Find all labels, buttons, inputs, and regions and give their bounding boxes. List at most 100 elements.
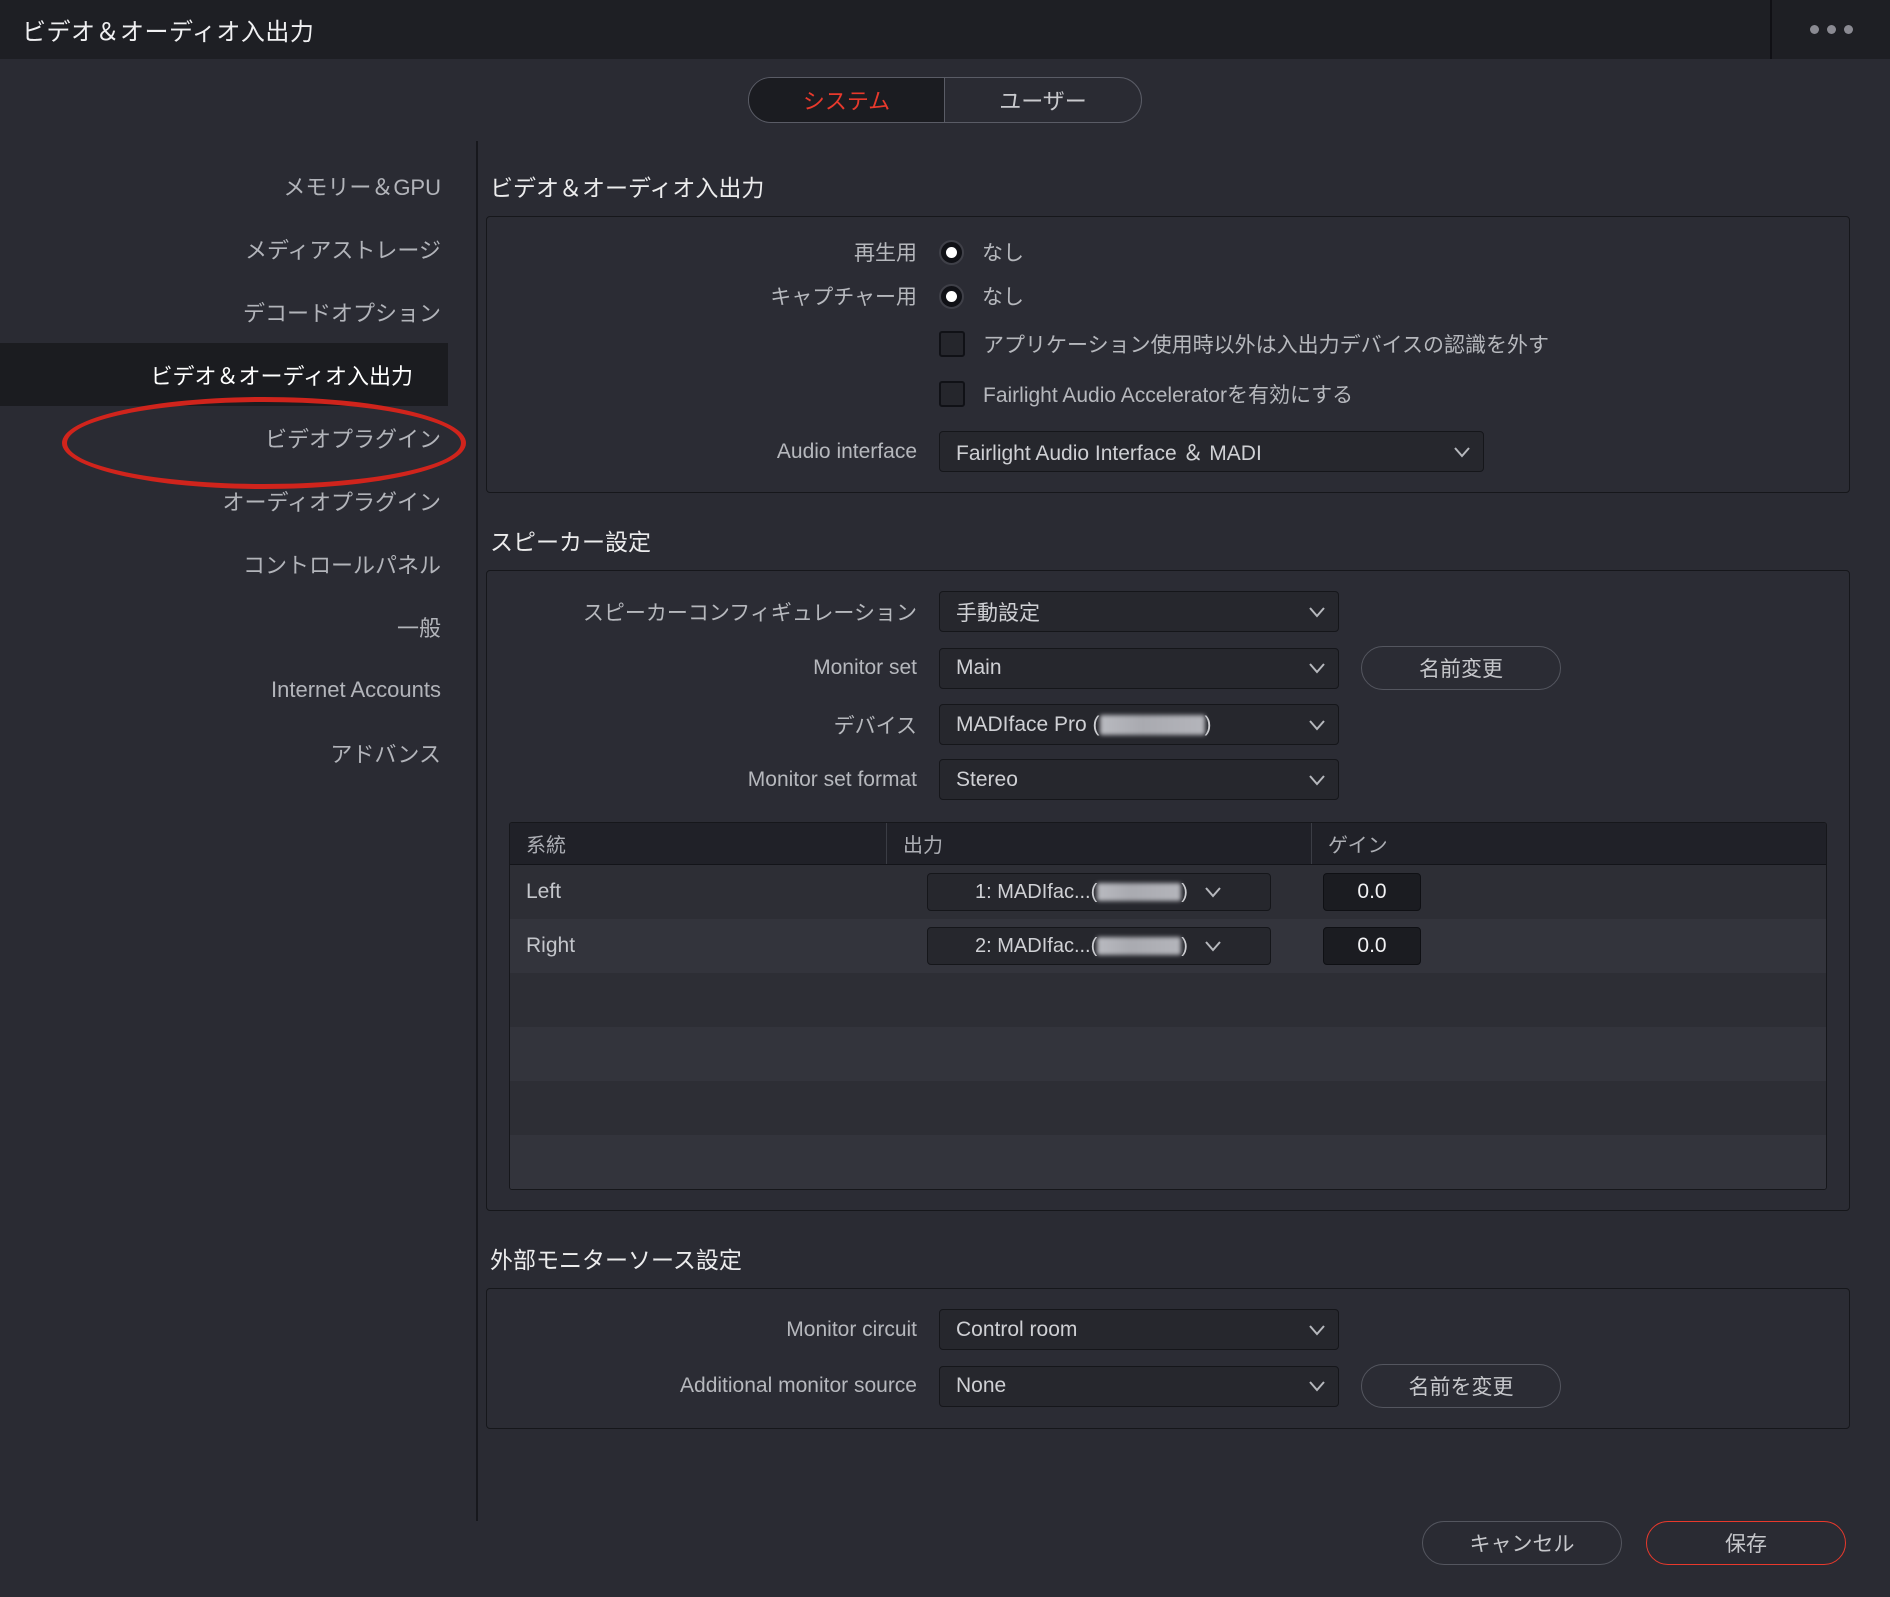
chevron-down-icon	[1308, 662, 1326, 674]
monitor-set-format-row: Monitor set format Stereo	[487, 759, 1849, 800]
sidebar-item-advanced[interactable]: アドバンス	[0, 721, 476, 784]
additional-monitor-source-value: None	[956, 1374, 1292, 1398]
tab-user[interactable]: ユーザー	[945, 78, 1141, 122]
save-button[interactable]: 保存	[1646, 1521, 1846, 1565]
settings-window: ビデオ＆オーディオ入出力 システム ユーザー メモリー＆GPU メディアストレー…	[0, 0, 1890, 1597]
monitor-set-value: Main	[956, 656, 1292, 680]
table-row-empty	[510, 1027, 1826, 1081]
window-body: メモリー＆GPU メディアストレージ デコードオプション ビデオ＆オーディオ入出…	[0, 141, 1890, 1521]
release-devices-label: アプリケーション使用時以外は入出力デバイスの認識を外す	[983, 329, 1549, 359]
playback-value: なし	[982, 237, 1024, 267]
audio-interface-row: Audio interface Fairlight Audio Interfac…	[487, 431, 1849, 472]
sidebar-item-decode-options[interactable]: デコードオプション	[0, 280, 476, 343]
fairlight-accelerator-row: Fairlight Audio Acceleratorを有効にする	[487, 379, 1849, 409]
tab-bar: システム ユーザー	[0, 59, 1890, 141]
speaker-section-title: スピーカー設定	[490, 523, 1850, 557]
ellipsis-icon	[1810, 25, 1853, 34]
sidebar-item-control-panel[interactable]: コントロールパネル	[0, 532, 476, 595]
monitor-set-row: Monitor set Main 名前変更	[487, 646, 1849, 690]
speaker-config-value: 手動設定	[956, 597, 1292, 627]
table-header-row: 系統 出力 ゲイン	[510, 823, 1826, 865]
capture-label: キャプチャー用	[487, 281, 939, 311]
external-monitor-panel: Monitor circuit Control room Additional …	[486, 1288, 1850, 1429]
redacted-serial	[1097, 883, 1181, 901]
window-title: ビデオ＆オーディオ入出力	[22, 12, 314, 47]
row-gain-cell: 0.0	[1311, 865, 1826, 919]
table-row-empty	[510, 1135, 1826, 1189]
audio-interface-value: Fairlight Audio Interface ＆ MADI	[956, 437, 1437, 467]
sidebar-item-memory-gpu[interactable]: メモリー＆GPU	[0, 154, 476, 217]
sidebar-item-video-plugins[interactable]: ビデオプラグイン	[0, 406, 476, 469]
device-value: MADIface Pro ()	[956, 713, 1292, 737]
window-titlebar: ビデオ＆オーディオ入出力	[0, 0, 1890, 59]
monitor-set-format-value: Stereo	[956, 768, 1292, 792]
additional-monitor-source-label: Additional monitor source	[487, 1374, 939, 1398]
tab-system[interactable]: システム	[749, 78, 945, 122]
chevron-down-icon	[1204, 886, 1222, 898]
sidebar-item-media-storage[interactable]: メディアストレージ	[0, 217, 476, 280]
row-output-cell: 1: MADIfac...()	[886, 865, 1311, 919]
chevron-down-icon	[1308, 606, 1326, 618]
row-output-select[interactable]: 1: MADIfac...()	[927, 873, 1271, 911]
table-row-empty	[510, 973, 1826, 1027]
row-gain-input[interactable]: 0.0	[1323, 927, 1421, 965]
rename-monitor-set-button[interactable]: 名前変更	[1361, 646, 1561, 690]
sidebar-item-general[interactable]: 一般	[0, 595, 476, 658]
rename-monitor-source-button[interactable]: 名前を変更	[1361, 1364, 1561, 1408]
monitor-circuit-row: Monitor circuit Control room	[487, 1309, 1849, 1350]
monitor-set-label: Monitor set	[487, 656, 939, 680]
sidebar-item-video-audio-io[interactable]: ビデオ＆オーディオ入出力	[0, 343, 448, 406]
sidebar-item-audio-plugins[interactable]: オーディオプラグイン	[0, 469, 476, 532]
playback-label: 再生用	[487, 237, 939, 267]
capture-radio[interactable]	[939, 284, 964, 309]
external-monitor-section-title: 外部モニターソース設定	[490, 1241, 1850, 1275]
table-row[interactable]: Left 1: MADIfac...() 0.0	[510, 865, 1826, 919]
additional-monitor-source-select[interactable]: None	[939, 1366, 1339, 1407]
device-select[interactable]: MADIface Pro ()	[939, 704, 1339, 745]
audio-interface-select[interactable]: Fairlight Audio Interface ＆ MADI	[939, 431, 1484, 472]
device-row: デバイス MADIface Pro ()	[487, 704, 1849, 745]
monitor-set-format-select[interactable]: Stereo	[939, 759, 1339, 800]
settings-sidebar: メモリー＆GPU メディアストレージ デコードオプション ビデオ＆オーディオ入出…	[0, 141, 478, 1521]
speaker-config-select[interactable]: 手動設定	[939, 591, 1339, 632]
tab-group: システム ユーザー	[748, 77, 1142, 123]
release-devices-checkbox[interactable]	[939, 331, 965, 357]
row-output-select[interactable]: 2: MADIfac...()	[927, 927, 1271, 965]
sidebar-item-internet-accounts[interactable]: Internet Accounts	[0, 658, 476, 721]
redacted-serial	[1097, 937, 1181, 955]
playback-row: 再生用 なし	[487, 237, 1849, 267]
io-section-title: ビデオ＆オーディオ入出力	[490, 169, 1850, 203]
capture-value: なし	[982, 281, 1024, 311]
speaker-routing-table: 系統 出力 ゲイン Left 1: MADIfac...()	[509, 822, 1827, 1190]
row-gain-cell: 0.0	[1311, 919, 1826, 973]
speaker-config-label: スピーカーコンフィギュレーション	[487, 597, 939, 627]
speaker-panel: スピーカーコンフィギュレーション 手動設定 Monitor set	[486, 570, 1850, 1211]
table-header-output: 出力	[886, 823, 1311, 864]
table-row[interactable]: Right 2: MADIfac...() 0.0	[510, 919, 1826, 973]
chevron-down-icon	[1308, 1380, 1326, 1392]
cancel-button[interactable]: キャンセル	[1422, 1521, 1622, 1565]
chevron-down-icon	[1308, 774, 1326, 786]
additional-monitor-source-row: Additional monitor source None 名前を変更	[487, 1364, 1849, 1408]
monitor-set-format-label: Monitor set format	[487, 768, 939, 792]
row-system-label: Right	[510, 919, 886, 973]
monitor-circuit-value: Control room	[956, 1318, 1292, 1342]
io-panel: 再生用 なし キャプチャー用 なし	[486, 216, 1850, 493]
device-label: デバイス	[487, 710, 939, 740]
redacted-serial	[1100, 715, 1205, 735]
monitor-circuit-label: Monitor circuit	[487, 1318, 939, 1342]
fairlight-accelerator-label: Fairlight Audio Acceleratorを有効にする	[983, 379, 1353, 409]
chevron-down-icon	[1204, 940, 1222, 952]
chevron-down-icon	[1308, 1324, 1326, 1336]
overflow-menu-button[interactable]	[1770, 0, 1890, 59]
row-gain-input[interactable]: 0.0	[1323, 873, 1421, 911]
playback-radio[interactable]	[939, 240, 964, 265]
row-output-cell: 2: MADIfac...()	[886, 919, 1311, 973]
monitor-set-select[interactable]: Main	[939, 648, 1339, 689]
capture-row: キャプチャー用 なし	[487, 281, 1849, 311]
monitor-circuit-select[interactable]: Control room	[939, 1309, 1339, 1350]
table-header-system: 系統	[510, 823, 886, 864]
speaker-config-row: スピーカーコンフィギュレーション 手動設定	[487, 591, 1849, 632]
fairlight-accelerator-checkbox[interactable]	[939, 381, 965, 407]
table-row-empty	[510, 1081, 1826, 1135]
